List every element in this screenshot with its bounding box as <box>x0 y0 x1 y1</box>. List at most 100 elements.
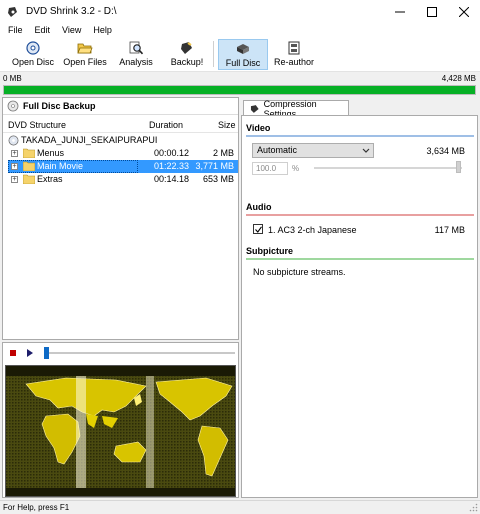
analysis-label: Analysis <box>119 57 153 67</box>
tab-compression-settings[interactable]: Compression Settings <box>243 99 349 119</box>
video-divider <box>246 135 474 137</box>
disc-size-progress-bar <box>3 85 476 95</box>
settings-body: Video Automatic 3,634 MB 100.0 % Audio 1… <box>241 115 478 498</box>
video-compression-select[interactable]: Automatic <box>252 143 374 158</box>
percent-sign: % <box>292 164 300 173</box>
reauthor-button[interactable]: Re-author <box>272 39 316 70</box>
item-name: Menus <box>37 148 65 158</box>
panel-header: Full Disc Backup <box>3 98 238 115</box>
full-disc-button[interactable]: Full Disc <box>218 39 268 70</box>
folder-icon <box>23 161 35 171</box>
video-preview <box>5 365 236 497</box>
item-duration: 00:00.12 <box>154 148 190 158</box>
percent-input[interactable]: 100.0 <box>252 162 288 175</box>
magnifier-icon <box>129 41 144 55</box>
seek-track[interactable] <box>45 352 235 354</box>
maximize-icon <box>427 6 437 17</box>
minimize-icon <box>395 11 405 12</box>
panel-title: Full Disc Backup <box>23 101 96 111</box>
video-size: 3,634 MB <box>426 146 465 156</box>
window-title: DVD Shrink 3.2 - D:\ <box>26 6 117 17</box>
progress-fill <box>4 86 475 94</box>
toolbar-separator <box>213 41 214 67</box>
subpicture-divider <box>246 258 474 260</box>
select-value: Automatic <box>257 145 298 155</box>
item-name: Main Movie <box>37 161 84 171</box>
resize-grip-icon[interactable] <box>469 503 478 512</box>
size-indicator: 0 MB 4,428 MB <box>0 73 480 85</box>
menu-file[interactable]: File <box>2 25 29 35</box>
item-size: 653 MB <box>202 174 234 184</box>
folder-icon <box>23 174 35 184</box>
compression-slider-thumb[interactable] <box>456 161 461 173</box>
backup-button[interactable]: Backup! <box>166 39 208 70</box>
reauthor-icon <box>288 41 300 55</box>
expand-icon[interactable]: + <box>11 176 18 183</box>
toolbar: Open Disc Open Files Analysis Backup! Fu… <box>0 37 480 72</box>
col-dvd-structure[interactable]: DVD Structure <box>8 120 66 130</box>
dvd-structure-panel: Full Disc Backup DVD Structure Duration … <box>2 97 239 340</box>
status-bar: For Help, press F1 <box>0 500 480 514</box>
settings-icon <box>250 104 259 113</box>
player-controls <box>3 343 238 363</box>
video-heading: Video <box>246 123 271 133</box>
audio-heading: Audio <box>246 202 272 212</box>
menu-bar: File Edit View Help <box>0 23 480 37</box>
audio-track-label: 1. AC3 2-ch Japanese <box>268 225 357 235</box>
status-text: For Help, press F1 <box>3 503 70 512</box>
compression-settings-panel: Compression Settings Video Automatic 3,6… <box>241 98 478 498</box>
item-name: Extras <box>37 174 63 184</box>
disc-icon <box>8 135 19 146</box>
close-button[interactable] <box>448 0 480 23</box>
analysis-button[interactable]: Analysis <box>114 39 158 70</box>
world-map-image <box>6 366 235 496</box>
expand-icon[interactable]: + <box>11 150 18 157</box>
audio-track-size: 117 MB <box>434 225 465 235</box>
backup-label: Backup! <box>170 57 204 67</box>
close-icon <box>459 6 469 17</box>
chevron-down-icon <box>362 148 370 153</box>
subpicture-message: No subpicture streams. <box>253 267 346 277</box>
preview-player <box>2 342 239 498</box>
stop-button[interactable] <box>10 350 16 356</box>
open-files-label: Open Files <box>63 57 107 67</box>
col-size[interactable]: Size <box>218 120 236 130</box>
size-min-label: 0 MB <box>3 74 22 83</box>
open-files-button[interactable]: Open Files <box>60 39 110 70</box>
dvd-shrink-app-icon <box>8 6 17 17</box>
item-duration: 00:14.18 <box>154 174 190 184</box>
col-duration[interactable]: Duration <box>149 120 183 130</box>
play-button[interactable] <box>27 349 33 357</box>
tree-item-extras[interactable]: + Extras 00:14.18 653 MB <box>3 173 238 186</box>
reauthor-label: Re-author <box>273 57 315 67</box>
item-size: 3,771 MB <box>195 161 234 171</box>
title-bar: DVD Shrink 3.2 - D:\ <box>0 0 480 23</box>
tree-disc-root[interactable]: TAKADA_JUNJI_SEKAIPURAPUI <box>3 134 238 147</box>
open-folder-icon <box>77 43 93 54</box>
menu-view[interactable]: View <box>56 25 87 35</box>
column-headers: DVD Structure Duration Size <box>3 115 238 133</box>
audio-divider <box>246 214 474 216</box>
item-duration: 01:22.33 <box>154 161 190 171</box>
menu-edit[interactable]: Edit <box>29 25 57 35</box>
tree-item-main-movie[interactable]: + Main Movie 01:22.33 3,771 MB <box>3 160 238 173</box>
shrink-tool-icon <box>181 42 192 54</box>
maximize-button[interactable] <box>416 0 448 23</box>
minimize-button[interactable] <box>384 0 416 23</box>
full-disc-label: Full Disc <box>225 58 261 68</box>
item-size: 2 MB <box>212 148 234 158</box>
check-icon <box>255 226 262 233</box>
cd-icon <box>7 100 19 112</box>
tree-item-menus[interactable]: + Menus 00:00.12 2 MB <box>3 147 238 160</box>
open-disc-label: Open Disc <box>11 57 55 67</box>
disc-stack-icon <box>237 44 249 54</box>
expand-icon[interactable]: + <box>11 163 18 170</box>
menu-help[interactable]: Help <box>87 25 118 35</box>
open-disc-button[interactable]: Open Disc <box>10 39 56 70</box>
folder-icon <box>23 148 35 158</box>
subpicture-heading: Subpicture <box>246 246 294 256</box>
disc-name: TAKADA_JUNJI_SEKAIPURAPUI <box>21 135 158 145</box>
seek-slider-thumb[interactable] <box>44 347 49 359</box>
compression-slider-track[interactable] <box>314 167 462 169</box>
audio-track-checkbox[interactable] <box>253 224 263 234</box>
